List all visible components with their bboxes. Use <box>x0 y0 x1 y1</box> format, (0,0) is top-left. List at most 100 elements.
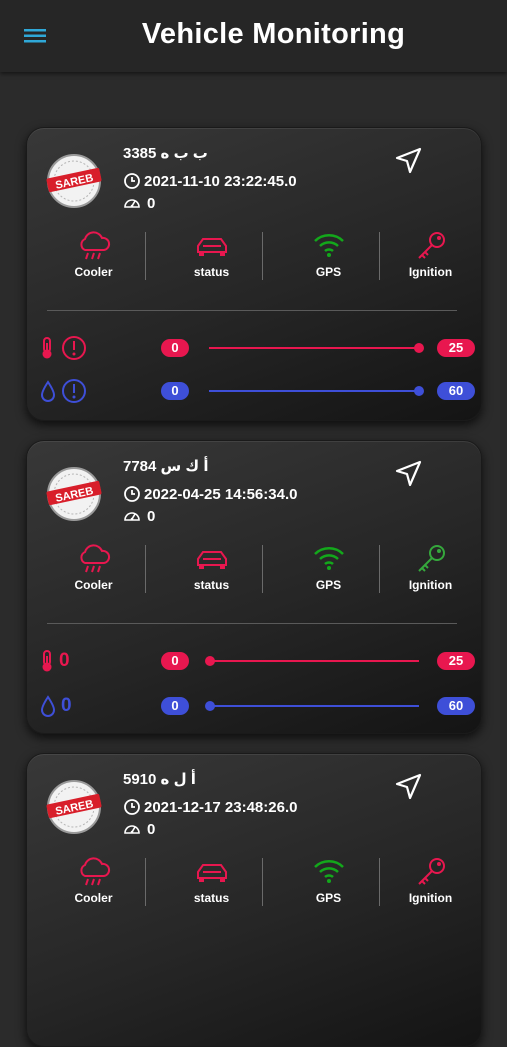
cooler-status[interactable]: Cooler <box>35 541 152 597</box>
humidity-slider-thumb[interactable] <box>414 386 424 396</box>
thermometer-icon <box>42 337 52 359</box>
temp-slider-thumb[interactable] <box>414 343 424 353</box>
navigation-icon[interactable] <box>393 772 423 802</box>
temp-slider-thumb[interactable] <box>205 656 215 666</box>
temp-slider-track <box>209 660 419 662</box>
vehicle-card[interactable]: SAREB ب ب ه 3385 2021-11-10 23:22:45.0 0… <box>26 127 482 421</box>
water-drop-icon <box>40 695 56 717</box>
gps-label: GPS <box>315 265 342 279</box>
wifi-signal-icon <box>313 547 344 570</box>
temperature-sensor: 0 0 25 <box>27 647 483 675</box>
gps-status[interactable]: GPS <box>270 854 387 910</box>
speed: 0 <box>123 507 155 525</box>
vehicle-plate: ب ب ه 3385 <box>123 145 208 162</box>
status-label: status <box>193 265 230 279</box>
humidity-sensor: 0 0 60 <box>27 692 483 720</box>
key-icon <box>417 232 445 259</box>
speedometer-icon <box>124 199 140 208</box>
divider <box>262 232 263 280</box>
page-title: Vehicle Monitoring <box>141 18 406 50</box>
temp-min: 0 <box>161 339 189 357</box>
vehicle-card[interactable]: SAREB أ ك س 7784 2022-04-25 14:56:34.0 0… <box>26 440 482 734</box>
alert-icon <box>62 379 86 403</box>
speed-value: 0 <box>147 820 156 838</box>
humidity-min: 0 <box>161 697 189 715</box>
thermometer-icon <box>42 650 52 672</box>
status-row: Cooler status GPS Ignition <box>27 541 483 597</box>
datetime-text: 2021-12-17 23:48:26.0 <box>144 798 298 816</box>
last-update: 2021-11-10 23:22:45.0 <box>123 172 297 190</box>
key-icon <box>417 858 445 885</box>
humidity-min: 0 <box>161 382 189 400</box>
last-update: 2021-12-17 23:48:26.0 <box>123 798 297 816</box>
ignition-label: Ignition <box>408 265 453 279</box>
sareb-logo: SAREB <box>46 154 102 208</box>
datetime-text: 2021-11-10 23:22:45.0 <box>144 172 297 190</box>
divider <box>145 545 146 593</box>
humidity-max: 60 <box>437 697 475 715</box>
navigation-icon[interactable] <box>393 146 423 176</box>
humidity-slider-thumb[interactable] <box>205 701 215 711</box>
gps-status[interactable]: GPS <box>270 228 387 284</box>
temp-max: 25 <box>437 652 475 670</box>
cooler-status[interactable]: Cooler <box>35 228 152 284</box>
cooler-label: Cooler <box>74 578 113 592</box>
app-bar: Vehicle Monitoring <box>0 0 507 72</box>
ignition-status[interactable]: Ignition <box>372 541 489 597</box>
cooler-cloud-icon <box>79 231 110 260</box>
humidity-sensor: 0 60 <box>27 377 483 405</box>
clock-icon <box>124 486 140 502</box>
vehicle-plate: أ ك س 7784 <box>123 458 209 475</box>
temp-value: 0 <box>59 650 70 671</box>
humidity-max: 60 <box>437 382 475 400</box>
gps-status[interactable]: GPS <box>270 541 387 597</box>
humidity-value: 0 <box>61 695 72 716</box>
speed: 0 <box>123 820 155 838</box>
temp-min: 0 <box>161 652 189 670</box>
status-row: Cooler status GPS Ignition <box>27 228 483 284</box>
status-label: status <box>193 891 230 905</box>
alert-icon <box>62 336 86 360</box>
cooler-status[interactable]: Cooler <box>35 854 152 910</box>
speed-value: 0 <box>147 507 156 525</box>
cooler-cloud-icon <box>79 857 110 886</box>
temperature-sensor: 0 25 <box>27 334 483 362</box>
temp-max: 25 <box>437 339 475 357</box>
speed-value: 0 <box>147 194 156 212</box>
clock-icon <box>124 799 140 815</box>
divider <box>47 623 457 624</box>
ignition-label: Ignition <box>408 891 453 905</box>
vehicle-plate: أ ل ه 5910 <box>123 771 196 788</box>
humidity-slider-track <box>209 705 419 707</box>
car-icon <box>196 551 227 569</box>
vehicle-status[interactable]: status <box>153 541 270 597</box>
cooler-label: Cooler <box>74 265 113 279</box>
temp-slider-track <box>209 347 419 349</box>
car-icon <box>196 238 227 256</box>
vehicle-card[interactable]: SAREB أ ل ه 5910 2021-12-17 23:48:26.0 0… <box>26 753 482 1047</box>
sareb-logo: SAREB <box>46 467 102 521</box>
ignition-label: Ignition <box>408 578 453 592</box>
last-update: 2022-04-25 14:56:34.0 <box>123 485 297 503</box>
humidity-slider-track <box>209 390 419 392</box>
divider <box>145 232 146 280</box>
sareb-logo: SAREB <box>46 780 102 834</box>
divider <box>262 545 263 593</box>
cooler-label: Cooler <box>74 891 113 905</box>
wifi-signal-icon <box>313 234 344 257</box>
wifi-signal-icon <box>313 860 344 883</box>
gps-label: GPS <box>315 891 342 905</box>
divider <box>47 310 457 311</box>
status-row: Cooler status GPS Ignition <box>27 854 483 910</box>
vehicle-status[interactable]: status <box>153 228 270 284</box>
ignition-status[interactable]: Ignition <box>372 228 489 284</box>
speed: 0 <box>123 194 155 212</box>
datetime-text: 2022-04-25 14:56:34.0 <box>144 485 298 503</box>
navigation-icon[interactable] <box>393 459 423 489</box>
status-label: status <box>193 578 230 592</box>
vehicle-status[interactable]: status <box>153 854 270 910</box>
water-drop-icon <box>40 380 56 402</box>
speedometer-icon <box>124 512 140 521</box>
ignition-status[interactable]: Ignition <box>372 854 489 910</box>
car-icon <box>196 864 227 882</box>
